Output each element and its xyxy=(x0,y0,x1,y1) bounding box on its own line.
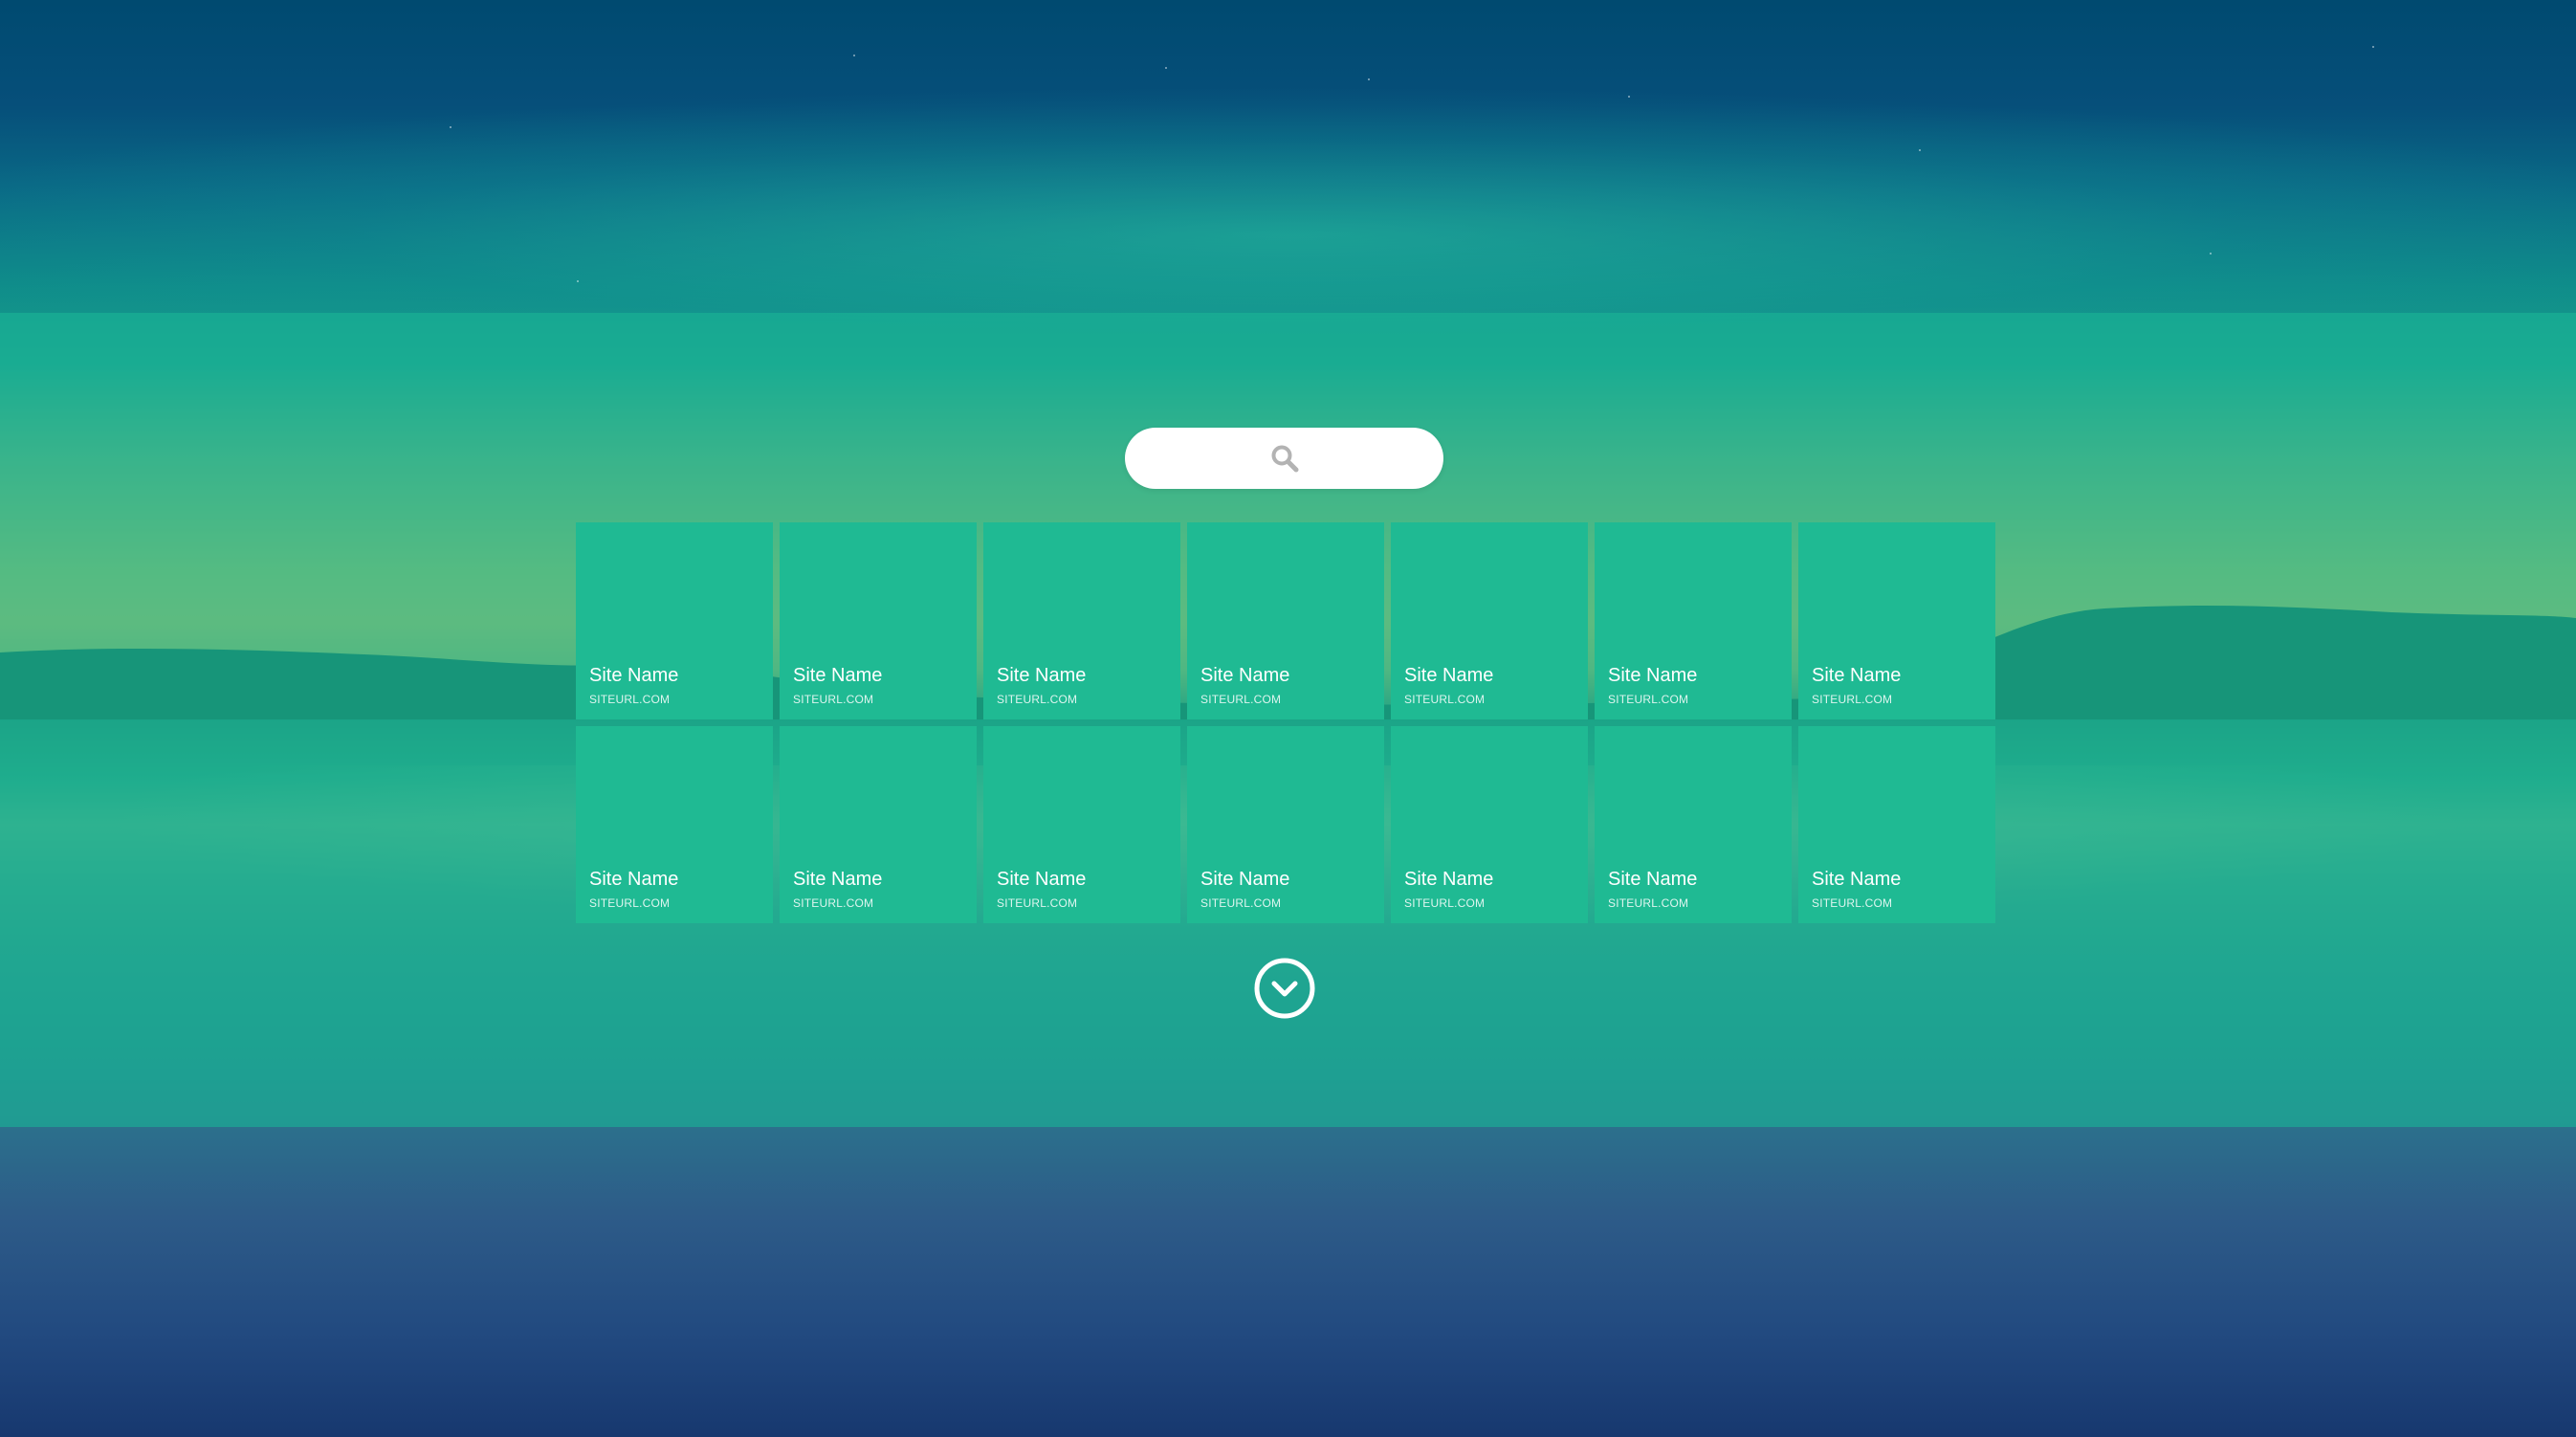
site-tile[interactable]: Site Name SITEURL.COM xyxy=(576,522,773,719)
site-name: Site Name xyxy=(1812,869,1902,890)
site-name: Site Name xyxy=(589,665,679,686)
site-name: Site Name xyxy=(793,665,883,686)
show-more-button[interactable] xyxy=(1254,958,1315,1019)
site-name: Site Name xyxy=(1404,869,1494,890)
site-tile[interactable]: Site Name SITEURL.COM xyxy=(1187,726,1384,923)
site-tile[interactable]: Site Name SITEURL.COM xyxy=(1391,726,1588,923)
site-name: Site Name xyxy=(589,869,679,890)
search-icon xyxy=(1271,445,1299,473)
site-url: SITEURL.COM xyxy=(589,896,671,910)
site-tile[interactable]: Site Name SITEURL.COM xyxy=(1798,726,1995,923)
aurora-glow xyxy=(0,86,2576,335)
site-name: Site Name xyxy=(1200,869,1290,890)
site-name: Site Name xyxy=(997,665,1087,686)
site-name: Site Name xyxy=(793,869,883,890)
site-tile[interactable]: Site Name SITEURL.COM xyxy=(1595,726,1792,923)
site-tile[interactable]: Site Name SITEURL.COM xyxy=(1391,522,1588,719)
site-name: Site Name xyxy=(1200,665,1290,686)
site-tile[interactable]: Site Name SITEURL.COM xyxy=(983,522,1180,719)
site-url: SITEURL.COM xyxy=(793,693,874,706)
site-tile[interactable]: Site Name SITEURL.COM xyxy=(780,726,977,923)
site-url: SITEURL.COM xyxy=(589,693,671,706)
site-url: SITEURL.COM xyxy=(1812,896,1893,910)
site-name: Site Name xyxy=(997,869,1087,890)
site-url: SITEURL.COM xyxy=(1404,896,1486,910)
site-tile[interactable]: Site Name SITEURL.COM xyxy=(983,726,1180,923)
site-name: Site Name xyxy=(1404,665,1494,686)
site-url: SITEURL.COM xyxy=(997,896,1078,910)
site-tile[interactable]: Site Name SITEURL.COM xyxy=(1187,522,1384,719)
chevron-down-icon xyxy=(1271,981,1298,997)
site-url: SITEURL.COM xyxy=(1608,693,1689,706)
site-url: SITEURL.COM xyxy=(1200,896,1282,910)
site-tile[interactable]: Site Name SITEURL.COM xyxy=(780,522,977,719)
site-url: SITEURL.COM xyxy=(793,896,874,910)
site-url: SITEURL.COM xyxy=(1608,896,1689,910)
site-name: Site Name xyxy=(1608,869,1698,890)
site-tile[interactable]: Site Name SITEURL.COM xyxy=(1595,522,1792,719)
site-url: SITEURL.COM xyxy=(1200,693,1282,706)
site-url: SITEURL.COM xyxy=(997,693,1078,706)
search-bar[interactable] xyxy=(1125,428,1443,489)
site-url: SITEURL.COM xyxy=(1404,693,1486,706)
site-tile[interactable]: Site Name SITEURL.COM xyxy=(1798,522,1995,719)
site-tile[interactable]: Site Name SITEURL.COM xyxy=(576,726,773,923)
site-name: Site Name xyxy=(1812,665,1902,686)
top-sites-grid: Site Name SITEURL.COM Site Name SITEURL.CO… xyxy=(576,522,1995,923)
site-name: Site Name xyxy=(1608,665,1698,686)
site-url: SITEURL.COM xyxy=(1812,693,1893,706)
